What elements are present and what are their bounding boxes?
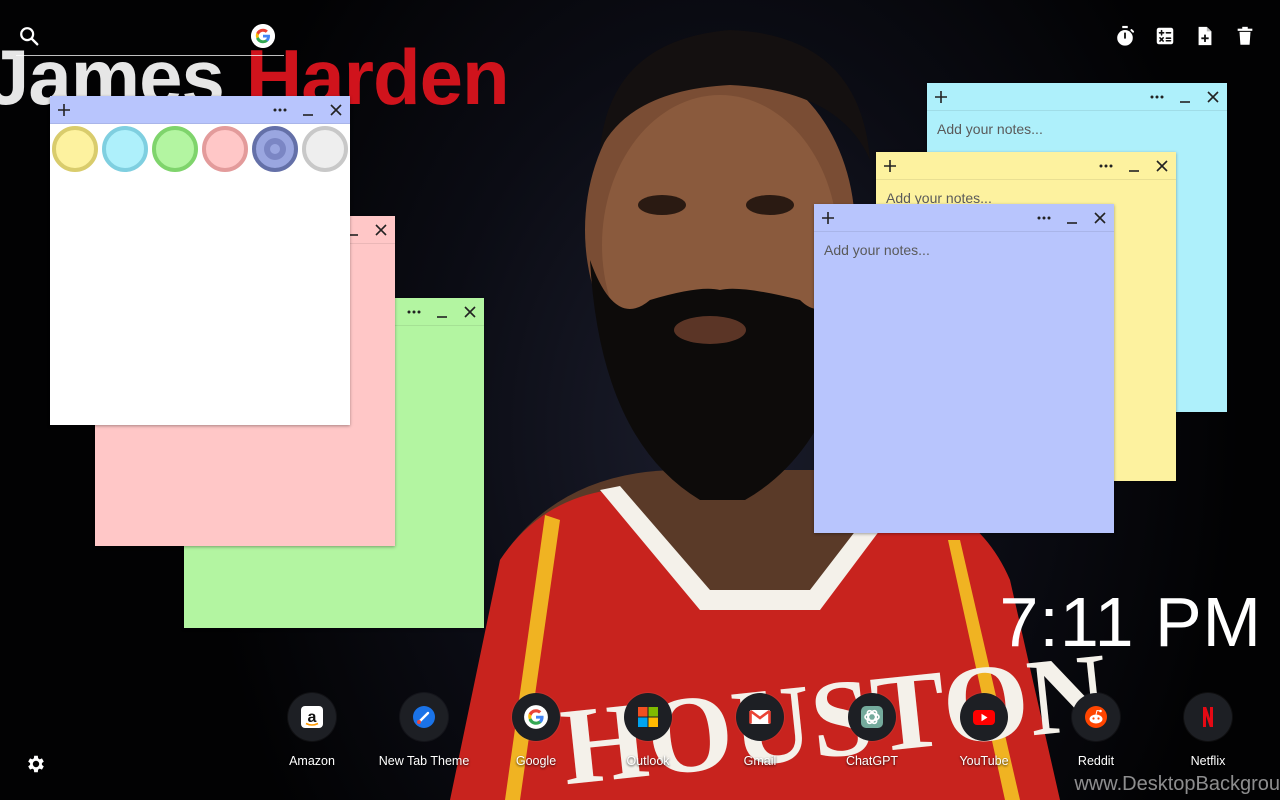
- minimize-icon[interactable]: [1061, 207, 1083, 229]
- outlook-icon: [638, 707, 658, 727]
- close-icon[interactable]: [1202, 86, 1224, 108]
- note-placeholder[interactable]: Add your notes...: [937, 121, 1217, 137]
- more-options-icon[interactable]: [1033, 207, 1055, 229]
- shortcut-circle[interactable]: [400, 693, 448, 741]
- shortcut-label[interactable]: Amazon: [256, 754, 368, 768]
- shortcut-gmail[interactable]: Gmail: [704, 693, 816, 768]
- shortcut-google[interactable]: Google: [480, 693, 592, 768]
- shortcut-circle[interactable]: [960, 693, 1008, 741]
- close-icon[interactable]: [370, 219, 392, 241]
- search-input[interactable]: [50, 24, 246, 50]
- timer-icon[interactable]: [1114, 24, 1136, 48]
- shortcut-outlook[interactable]: Outlook: [592, 693, 704, 768]
- shortcut-label[interactable]: Outlook: [592, 754, 704, 768]
- calculator-icon[interactable]: [1154, 24, 1176, 48]
- netflix-icon: [1203, 707, 1213, 727]
- gmail-icon: [749, 709, 771, 724]
- minimize-icon[interactable]: [1123, 155, 1145, 177]
- top-toolbar: [1114, 24, 1256, 48]
- shortcut-youtube[interactable]: YouTube: [928, 693, 1040, 768]
- shortcut-circle[interactable]: a: [288, 693, 336, 741]
- gear-icon[interactable]: [25, 753, 47, 775]
- shortcut-label[interactable]: Gmail: [704, 754, 816, 768]
- shortcut-amazon[interactable]: a Amazon: [256, 693, 368, 768]
- shortcut-new-tab-theme[interactable]: New Tab Theme: [368, 693, 480, 768]
- color-swatch-cyan[interactable]: [100, 124, 150, 174]
- shortcut-label[interactable]: Netflix: [1152, 754, 1264, 768]
- shortcut-circle[interactable]: [1072, 693, 1120, 741]
- shortcut-circle[interactable]: [1184, 693, 1232, 741]
- shortcut-label[interactable]: Google: [480, 754, 592, 768]
- note-header[interactable]: [927, 83, 1227, 111]
- shortcut-netflix[interactable]: Netflix: [1152, 693, 1264, 768]
- shortcut-label[interactable]: Reddit: [1040, 754, 1152, 768]
- color-swatch-gray[interactable]: [300, 124, 350, 174]
- note-header[interactable]: [876, 152, 1176, 180]
- shortcut-circle[interactable]: [736, 693, 784, 741]
- color-swatch-lavender[interactable]: [250, 124, 300, 174]
- chatgpt-icon: [861, 706, 883, 728]
- sticky-note-white[interactable]: [50, 96, 350, 425]
- clock: 7:11 PM: [999, 583, 1262, 661]
- note-header[interactable]: [50, 96, 350, 124]
- amazon-icon: a: [301, 706, 323, 728]
- sticky-note-lavender[interactable]: Add your notes...: [814, 204, 1114, 533]
- svg-text:a: a: [308, 709, 317, 726]
- note-textarea[interactable]: [60, 184, 340, 414]
- minimize-icon[interactable]: [297, 99, 319, 121]
- minimize-icon[interactable]: [431, 301, 453, 323]
- shortcut-label[interactable]: ChatGPT: [816, 754, 928, 768]
- add-note-icon[interactable]: [879, 155, 901, 177]
- add-note-icon[interactable]: [817, 207, 839, 229]
- more-options-icon[interactable]: [269, 99, 291, 121]
- color-swatch-green[interactable]: [150, 124, 200, 174]
- shortcut-reddit[interactable]: Reddit: [1040, 693, 1152, 768]
- shortcut-circle[interactable]: [848, 693, 896, 741]
- note-header[interactable]: [814, 204, 1114, 232]
- close-icon[interactable]: [1089, 207, 1111, 229]
- google-icon[interactable]: [251, 24, 275, 48]
- shortcut-circle[interactable]: [512, 693, 560, 741]
- search-icon[interactable]: [18, 25, 40, 47]
- more-options-icon[interactable]: [1146, 86, 1168, 108]
- search-bar: [16, 22, 284, 56]
- shortcut-chatgpt[interactable]: ChatGPT: [816, 693, 928, 768]
- google-icon: [524, 705, 548, 729]
- color-picker: [50, 124, 350, 174]
- note-placeholder[interactable]: Add your notes...: [824, 242, 1104, 258]
- minimize-icon[interactable]: [1174, 86, 1196, 108]
- new-tab-theme-icon: [413, 706, 435, 728]
- close-icon[interactable]: [1151, 155, 1173, 177]
- add-note-icon[interactable]: [1194, 24, 1216, 48]
- wallpaper-watermark: www.DesktopBackgrou: [1074, 773, 1280, 795]
- shortcut-label[interactable]: YouTube: [928, 754, 1040, 768]
- shortcut-label[interactable]: New Tab Theme: [368, 754, 480, 768]
- shortcut-circle[interactable]: [624, 693, 672, 741]
- color-swatch-pink[interactable]: [200, 124, 250, 174]
- add-note-icon[interactable]: [53, 99, 75, 121]
- more-options-icon[interactable]: [403, 301, 425, 323]
- color-swatch-yellow[interactable]: [50, 124, 100, 174]
- youtube-icon: [973, 710, 995, 725]
- close-icon[interactable]: [459, 301, 481, 323]
- add-note-icon[interactable]: [930, 86, 952, 108]
- more-options-icon[interactable]: [1095, 155, 1117, 177]
- trash-icon[interactable]: [1234, 24, 1256, 48]
- close-icon[interactable]: [325, 99, 347, 121]
- reddit-icon: [1085, 706, 1107, 728]
